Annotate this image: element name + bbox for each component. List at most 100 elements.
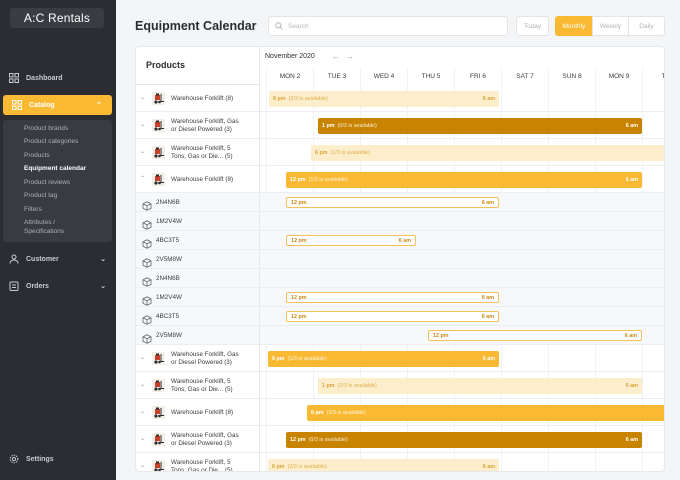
search-input[interactable] <box>288 22 488 30</box>
forklift-icon <box>152 460 165 471</box>
booking-bar[interactable]: 6 pm (1/3 is available) <box>311 144 664 161</box>
today-button[interactable]: Today <box>516 16 549 36</box>
availability-status: (1/3 is available) <box>330 149 370 156</box>
nav-dashboard[interactable]: Dashboard <box>0 68 116 88</box>
booking-bar[interactable]: 12 pm (1/3 is available) 6 am <box>286 171 642 188</box>
availability-status: (1/3 is available) <box>337 382 377 389</box>
submenu-product-brands[interactable]: Product brands <box>24 125 68 132</box>
booking-bar[interactable]: 12 pm (0/3 is available) 6 am <box>286 431 642 448</box>
booking-bar[interactable]: 6 pm (1/3 is available) 6 am <box>268 350 499 367</box>
nav-catalog[interactable]: Catalog ⌃ <box>3 95 112 115</box>
app-logo[interactable]: A:C Rentals <box>10 8 104 28</box>
booking-bar[interactable]: 6 pm (1/3 is available) <box>307 404 664 421</box>
day-header-cell: SAT 7 <box>501 69 548 85</box>
nav-orders[interactable]: Orders ⌄ <box>0 276 116 296</box>
booking-end: 6 am <box>398 237 411 244</box>
submenu-product-categories[interactable]: Product categories <box>24 138 78 145</box>
box-icon <box>142 293 152 306</box>
booking-bar[interactable]: 6 pm (2/3 is available) 6 am <box>268 458 499 471</box>
page-title: Equipment Calendar <box>135 19 257 33</box>
chevron-up-icon[interactable]: ⌃ <box>140 175 145 182</box>
day-header-cell: MON 2 <box>266 69 313 85</box>
booking-end: 6 am <box>624 332 637 339</box>
booking-bar[interactable]: 12 pm 6 am <box>286 197 499 208</box>
product-name-line: or Diesel Powered (3) <box>171 125 232 133</box>
next-month-arrow-icon[interactable]: → <box>346 52 354 61</box>
booking-bar[interactable]: 1 pm (0/3 is available) 6 am <box>318 117 642 134</box>
booking-info: 6 pm (1/3 is available) <box>315 150 370 156</box>
chevron-down-icon[interactable]: ⌄ <box>140 381 145 388</box>
submenu-products[interactable]: Products <box>24 152 50 159</box>
product-name-line: Warehouse Forklift, 5 <box>171 144 231 152</box>
unit-code: 4BC3T5 <box>156 312 180 320</box>
booking-info: 6 pm (1/3 is available) <box>311 410 366 416</box>
product-name-line: or Diesel Powered (3) <box>171 439 232 447</box>
nav-customer[interactable]: Customer ⌄ <box>0 249 116 269</box>
product-name-line: Warehouse Forklift, 5 <box>171 377 231 385</box>
catalog-submenu: Product brands Product categories Produc… <box>3 120 112 242</box>
forklift-icon <box>152 146 165 159</box>
monthly-view-button[interactable]: Monthly <box>555 16 593 36</box>
row-header: ⌄ Warehouse Forklift, 5 Tons, Gas or Die..… <box>136 139 260 165</box>
submenu-equipment-calendar[interactable]: Equipment calendar <box>24 165 86 172</box>
box-icon <box>142 255 152 268</box>
products-heading: Products <box>136 47 260 85</box>
submenu-attributes[interactable]: Attributes / <box>24 219 55 226</box>
day-header-cell: THU 5 <box>407 69 454 85</box>
chevron-down-icon[interactable]: ⌄ <box>140 408 145 415</box>
booking-bar[interactable]: 1 pm (1/3 is available) 6 am <box>318 377 642 394</box>
row-header: ⌄ Warehouse Forklift, Gas or Diesel Powere… <box>136 112 260 138</box>
clipboard-icon <box>8 280 20 292</box>
booking-start: 1 pm <box>322 122 335 129</box>
row-header: 2V5M8W <box>136 250 260 268</box>
product-name: Warehouse Forklift (8) <box>171 176 233 184</box>
product-name: Warehouse Forklift, 5 Tons, Gas or Die...… <box>171 378 233 394</box>
chevron-down-icon[interactable]: ⌄ <box>140 148 145 155</box>
chevron-down-icon[interactable]: ⌄ <box>140 435 145 442</box>
gear-icon <box>8 453 20 465</box>
booking-bar[interactable]: 6 pm (2/3 is available) 6 am <box>269 90 499 107</box>
prev-month-arrow-icon[interactable]: ← <box>332 52 340 61</box>
submenu-filters[interactable]: Filters <box>24 206 42 213</box>
chevron-down-icon[interactable]: ⌄ <box>140 121 145 128</box>
booking-info: 12 pm <box>291 200 307 206</box>
chevron-down-icon[interactable]: ⌄ <box>140 354 145 361</box>
product-name: Warehouse Forklift, Gas or Diesel Powered… <box>171 118 239 134</box>
unit-code: 2N4N6B <box>156 274 180 282</box>
submenu-product-tag[interactable]: Product tag <box>24 192 57 199</box>
submenu-specifications[interactable]: Specifications <box>24 228 64 235</box>
nav-dashboard-label: Dashboard <box>26 74 63 82</box>
product-name: Warehouse Forklift (8) <box>171 95 233 103</box>
booking-start: 12 pm <box>291 313 307 320</box>
unit-row: 1M2V4W <box>136 212 664 231</box>
nav-settings[interactable]: Settings <box>0 449 116 469</box>
submenu-product-reviews[interactable]: Product reviews <box>24 179 70 186</box>
booking-bar[interactable]: 12 pm 6 am <box>286 311 499 322</box>
booking-bar[interactable]: 12 pm 6 am <box>286 235 416 246</box>
booking-start: 12 pm <box>290 176 306 183</box>
catalog-icon <box>11 99 23 111</box>
booking-bar[interactable]: 12 pm 6 am <box>428 330 642 341</box>
booking-info: 12 pm <box>291 295 307 301</box>
booking-bar[interactable]: 12 pm 6 am <box>286 292 499 303</box>
product-name-line: Warehouse Forklift (8) <box>171 175 234 183</box>
search-box[interactable] <box>268 16 508 36</box>
chevron-down-icon[interactable]: ⌄ <box>140 462 145 469</box>
row-header: ⌄ Warehouse Forklift, Gas or Diesel Powere… <box>136 426 260 452</box>
sidebar: A:C Rentals Dashboard Catalog ⌃ Product … <box>0 0 116 480</box>
product-name-line: Warehouse Forklift, 5 <box>171 458 231 466</box>
product-name-line: Warehouse Forklift (8) <box>171 94 234 102</box>
weekly-view-button[interactable]: Weekly <box>592 16 629 36</box>
availability-status: (1/3 is available) <box>287 355 327 362</box>
chevron-down-icon[interactable]: ⌄ <box>140 94 145 101</box>
unit-code: 1M2V4W <box>156 217 182 225</box>
day-header-cell: MON 9 <box>595 69 642 85</box>
daily-view-button[interactable]: Daily <box>628 16 665 36</box>
booking-info: 12 pm (1/3 is available) <box>290 177 348 183</box>
row-header: 1M2V4W <box>136 212 260 230</box>
search-icon <box>275 17 283 35</box>
forklift-icon <box>152 119 165 132</box>
row-header: 2N4N6B <box>136 193 260 211</box>
booking-info: 6 pm (1/3 is available) <box>272 356 327 362</box>
row-header: ⌄ Warehouse Forklift, 5 Tons, Gas or Die..… <box>136 372 260 398</box>
